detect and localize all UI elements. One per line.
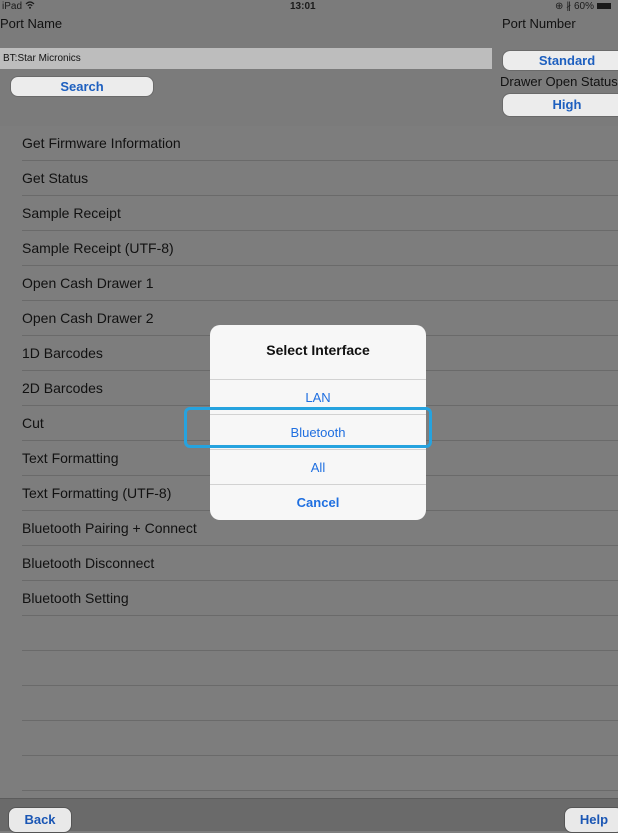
bluetooth-icon: ∦ [566, 1, 572, 12]
empty-row [0, 756, 618, 791]
list-item-label: Cut [22, 415, 44, 431]
list-item-label: Sample Receipt (UTF-8) [22, 240, 174, 256]
drawer-open-status-button[interactable]: High [502, 93, 618, 117]
list-item-label: Text Formatting [22, 450, 119, 466]
selection-highlight [184, 407, 432, 448]
list-item-label: Sample Receipt [22, 205, 121, 221]
list-item-label: Bluetooth Setting [22, 590, 129, 606]
list-item[interactable]: Get Firmware Information [0, 126, 618, 161]
list-item-label: Get Status [22, 170, 89, 186]
list-item-label: Open Cash Drawer 2 [22, 310, 154, 326]
status-bar-time: 13:01 [290, 1, 316, 12]
device-name: iPad [2, 1, 23, 13]
list-item-label: Open Cash Drawer 1 [22, 275, 154, 291]
bottom-toolbar [0, 798, 618, 831]
list-item-label: Bluetooth Pairing + Connect [22, 520, 197, 536]
option-all[interactable]: All [210, 449, 426, 484]
port-number-button[interactable]: Standard [502, 50, 618, 71]
status-bar-device: iPad [2, 1, 35, 12]
list-item[interactable]: Open Cash Drawer 1 [0, 266, 618, 301]
list-item[interactable]: Bluetooth Disconnect [0, 546, 618, 581]
empty-row [0, 651, 618, 686]
list-item[interactable]: Bluetooth Setting [0, 581, 618, 616]
list-item[interactable]: Sample Receipt [0, 196, 618, 231]
battery-icon [596, 3, 611, 10]
port-number-label: Port Number [502, 16, 576, 31]
port-name-input[interactable]: BT:Star Micronics [0, 48, 492, 69]
list-item-label: 2D Barcodes [22, 380, 103, 396]
help-button[interactable]: Help [564, 807, 618, 833]
list-item-label: Text Formatting (UTF-8) [22, 485, 172, 501]
divider [22, 790, 618, 791]
list-item[interactable]: Sample Receipt (UTF-8) [0, 231, 618, 266]
cancel-button[interactable]: Cancel [210, 484, 426, 519]
empty-row [0, 721, 618, 756]
status-bar-right: ⊕ ∦ 60% [555, 1, 611, 12]
empty-row [0, 686, 618, 721]
empty-row [0, 616, 618, 651]
battery-percent: 60% [573, 1, 594, 12]
list-item-label: Bluetooth Disconnect [22, 555, 155, 571]
list-item[interactable]: Get Status [0, 161, 618, 196]
port-name-label: Port Name [0, 16, 63, 31]
list-item-label: 1D Barcodes [22, 345, 103, 361]
list-item-label: Get Firmware Information [22, 135, 181, 151]
back-button[interactable]: Back [8, 807, 72, 833]
orientation-lock-icon: ⊕ [555, 1, 564, 12]
search-button[interactable]: Search [10, 76, 154, 97]
dialog-title: Select Interface [266, 342, 370, 358]
wifi-icon [25, 1, 35, 12]
drawer-open-status-label: Drawer Open Status [500, 74, 618, 89]
